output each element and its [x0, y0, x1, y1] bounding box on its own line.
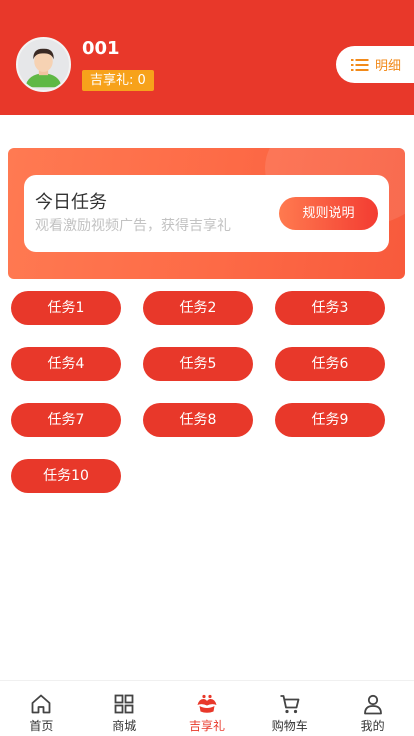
- task-button-1[interactable]: 任务1: [11, 291, 121, 325]
- task-button-7[interactable]: 任务7: [11, 403, 121, 437]
- tab-gift[interactable]: 吉享礼: [166, 681, 249, 736]
- tab-mine-label: 我的: [360, 719, 385, 733]
- task-button-2[interactable]: 任务2: [143, 291, 253, 325]
- task-button-3[interactable]: 任务3: [275, 291, 385, 325]
- list-icon: [351, 58, 369, 71]
- detail-label: 明细: [375, 59, 402, 74]
- tab-gift-label: 吉享礼: [188, 719, 225, 733]
- detail-button[interactable]: 明细: [336, 46, 414, 83]
- tab-cart-label: 购物车: [271, 719, 308, 733]
- task-button-8[interactable]: 任务8: [143, 403, 253, 437]
- task-button-4[interactable]: 任务4: [11, 347, 121, 381]
- home-icon: [31, 694, 51, 714]
- avatar[interactable]: [16, 37, 71, 92]
- tab-mine[interactable]: 我的: [331, 681, 414, 736]
- task-subtitle: 观看激励视频广告，获得吉享礼: [35, 218, 231, 234]
- grid-icon: [114, 694, 134, 714]
- task-title: 今日任务: [35, 192, 107, 213]
- points-badge: 吉享礼: 0: [82, 70, 154, 91]
- cart-icon: [280, 695, 300, 714]
- tab-mall-label: 商城: [112, 719, 137, 733]
- tab-mall[interactable]: 商城: [83, 681, 166, 736]
- task-button-10[interactable]: 任务10: [11, 459, 121, 493]
- task-button-9[interactable]: 任务9: [275, 403, 385, 437]
- username: 001: [82, 38, 120, 59]
- gift-icon: [197, 694, 217, 713]
- user-icon: [363, 694, 382, 715]
- tab-home[interactable]: 首页: [0, 681, 83, 736]
- bottom-tab-bar: 首页 商城 吉享礼 购物车 我的: [0, 680, 414, 736]
- rules-button[interactable]: 规则说明: [279, 197, 378, 230]
- tab-home-label: 首页: [29, 719, 54, 733]
- tab-cart[interactable]: 购物车: [248, 681, 331, 736]
- task-button-6[interactable]: 任务6: [275, 347, 385, 381]
- task-button-5[interactable]: 任务5: [143, 347, 253, 381]
- task-card: 今日任务 观看激励视频广告，获得吉享礼 规则说明: [24, 175, 389, 252]
- user-avatar-icon: [18, 39, 69, 90]
- profile-header: 001 吉享礼: 0 明细: [0, 0, 414, 115]
